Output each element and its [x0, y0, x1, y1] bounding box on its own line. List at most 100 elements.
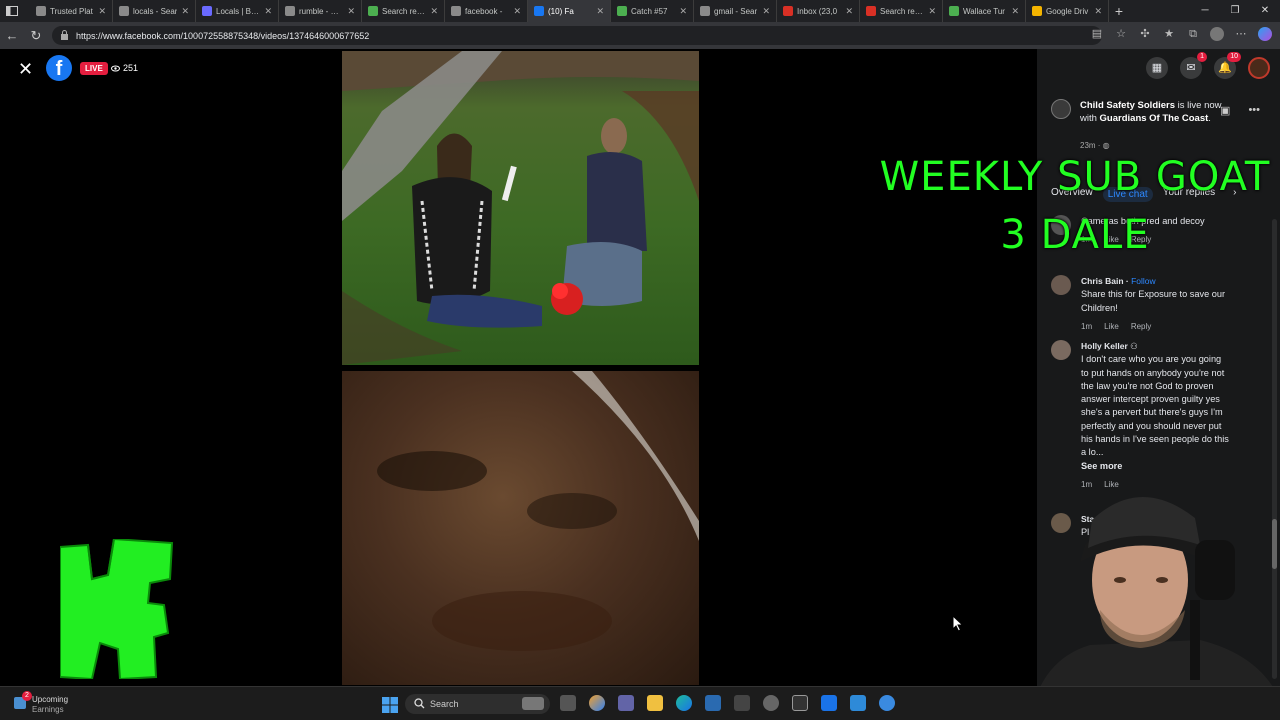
screen: Trusted Plat ✕ locals - Sear ✕ Locals | Bike… [0, 0, 1280, 720]
post-actions: ▣ ••• [1220, 104, 1260, 117]
tab-close-icon[interactable]: ✕ [347, 6, 355, 17]
reply-link[interactable]: Reply [1131, 320, 1151, 333]
windows-taskbar: 2 Upcoming Earnings Search [0, 686, 1280, 720]
copilot-app-icon[interactable] [589, 695, 605, 711]
windows-start-icon[interactable] [382, 697, 398, 713]
settings-gear-icon[interactable] [763, 695, 779, 711]
comment-meta: 1m Like Reply [1081, 320, 1231, 333]
tab-favicon-icon [783, 6, 793, 16]
partner-name[interactable]: Guardians Of The Coast [1100, 113, 1209, 124]
search-placeholder: Search [430, 699, 459, 709]
new-tab-button[interactable]: + [1109, 3, 1129, 19]
browser-tab[interactable]: (10) Fa ✕ [528, 0, 611, 22]
close-window-button[interactable]: ✕ [1250, 0, 1280, 22]
back-button[interactable]: ← [0, 28, 24, 43]
app-clock-icon[interactable] [879, 695, 895, 711]
tab-close-icon[interactable]: ✕ [98, 6, 106, 17]
calculator-icon[interactable] [705, 695, 721, 711]
browser-tab[interactable]: gmail - Sear ✕ [694, 0, 777, 22]
tab-close-icon[interactable]: ✕ [430, 6, 438, 17]
copilot-icon[interactable] [1258, 27, 1272, 41]
task-view-icon[interactable] [560, 695, 576, 711]
browser-tab[interactable]: Google Driv ✕ [1026, 0, 1109, 22]
maximize-button[interactable]: ❐ [1220, 0, 1250, 22]
channel-name[interactable]: Child Safety Soldiers [1080, 100, 1175, 111]
browser-tab[interactable]: rumble - Sea ✕ [279, 0, 362, 22]
close-icon[interactable]: ✕ [18, 59, 33, 80]
browser-tab[interactable]: Locals | Bike ✕ [196, 0, 279, 22]
more-options-icon[interactable]: ••• [1248, 104, 1260, 117]
profile-avatar[interactable] [1210, 27, 1224, 41]
live-post-text: Child Safety Soldiers is live now with G… [1080, 99, 1230, 125]
follow-link[interactable]: Follow [1131, 276, 1156, 286]
tab-favicon-icon [451, 6, 461, 16]
favorites-icon[interactable]: ★ [1162, 27, 1176, 41]
file-explorer-icon[interactable] [647, 695, 663, 711]
channel-avatar[interactable] [1051, 99, 1071, 119]
tab-close-icon[interactable]: ✕ [762, 6, 770, 17]
browser-tab[interactable]: Trusted Plat ✕ [30, 0, 113, 22]
video-feed-bottom[interactable] [342, 371, 699, 685]
tab-close-icon[interactable]: ✕ [596, 6, 604, 17]
commenter-name[interactable]: Chris Bain [1081, 276, 1124, 286]
browser-tab[interactable]: Search resul ✕ [362, 0, 445, 22]
bookmark-star-icon[interactable]: ☆ [1114, 27, 1128, 41]
tab-title: facebook - [465, 6, 503, 16]
facebook-logo-icon[interactable]: f [46, 55, 72, 81]
commenter-name[interactable]: Holly Keller [1081, 341, 1128, 351]
tab-actions-icon[interactable] [0, 0, 30, 22]
browser-tab[interactable]: Wallace Tur ✕ [943, 0, 1026, 22]
commenter-avatar[interactable] [1051, 340, 1071, 360]
tab-close-icon[interactable]: ✕ [513, 6, 521, 17]
extensions-icon[interactable]: ✣ [1138, 27, 1152, 41]
tab-title: Locals | Bike [216, 6, 261, 16]
video-feed-top[interactable] [342, 51, 699, 365]
teams-icon[interactable] [618, 695, 634, 711]
collections-icon[interactable]: ⧉ [1186, 27, 1200, 41]
kick-logo-icon [60, 539, 174, 679]
sidebar-top-icons: ▦ ✉ 1 🔔 10 [1146, 52, 1270, 79]
mail-icon[interactable] [821, 695, 837, 711]
tab-title: gmail - Sear [714, 6, 758, 16]
browser-tab[interactable]: facebook - ✕ [445, 0, 528, 22]
reload-button[interactable]: ↻ [24, 28, 48, 44]
badge-icon: ⚇ [1130, 341, 1138, 351]
messenger-icon[interactable]: ✉ 1 [1180, 52, 1207, 79]
reader-icon[interactable]: ▤ [1090, 27, 1104, 41]
tab-title: Wallace Tur [963, 6, 1005, 16]
tab-favicon-icon [866, 6, 876, 16]
menu-grid-icon[interactable]: ▦ [1146, 57, 1168, 79]
live-badge: LIVE [80, 62, 108, 75]
edge-icon[interactable] [676, 695, 692, 711]
obs-icon[interactable] [792, 695, 808, 711]
tab-close-icon[interactable]: ✕ [181, 6, 189, 17]
browser-tab[interactable]: Inbox (23,0 ✕ [777, 0, 860, 22]
tab-title: Google Driv [1046, 6, 1089, 16]
tab-close-icon[interactable]: ✕ [928, 6, 936, 17]
photos-icon[interactable] [850, 695, 866, 711]
browser-tab[interactable]: Catch #57 ✕ [611, 0, 694, 22]
more-menu-icon[interactable]: ⋯ [1234, 27, 1248, 41]
commenter-avatar[interactable] [1051, 275, 1071, 295]
tab-title: (10) Fa [548, 6, 574, 16]
snipping-tool-icon[interactable] [734, 695, 750, 711]
tab-close-icon[interactable]: ✕ [845, 6, 853, 17]
like-link[interactable]: Like [1104, 320, 1119, 333]
tab-close-icon[interactable]: ✕ [1011, 6, 1019, 17]
tab-close-icon[interactable]: ✕ [679, 6, 687, 17]
lock-icon [61, 30, 68, 40]
search-icon [414, 698, 425, 709]
tab-close-icon[interactable]: ✕ [264, 6, 272, 17]
widget-title: Upcoming [32, 695, 69, 704]
taskbar-search[interactable]: Search [405, 694, 550, 714]
notification-count-badge: 10 [1227, 52, 1241, 62]
widgets-button[interactable]: 2 Upcoming Earnings [14, 691, 69, 715]
url-field[interactable]: https://www.facebook.com/100072558875348… [52, 26, 1102, 45]
account-avatar[interactable] [1248, 57, 1270, 79]
minimize-button[interactable]: ─ [1190, 0, 1220, 22]
tab-close-icon[interactable]: ✕ [1094, 6, 1102, 17]
browser-tab[interactable]: locals - Sear ✕ [113, 0, 196, 22]
notifications-bell-icon[interactable]: 🔔 10 [1214, 52, 1241, 79]
save-icon[interactable]: ▣ [1220, 104, 1230, 117]
browser-tab[interactable]: Search resul ✕ [860, 0, 943, 22]
